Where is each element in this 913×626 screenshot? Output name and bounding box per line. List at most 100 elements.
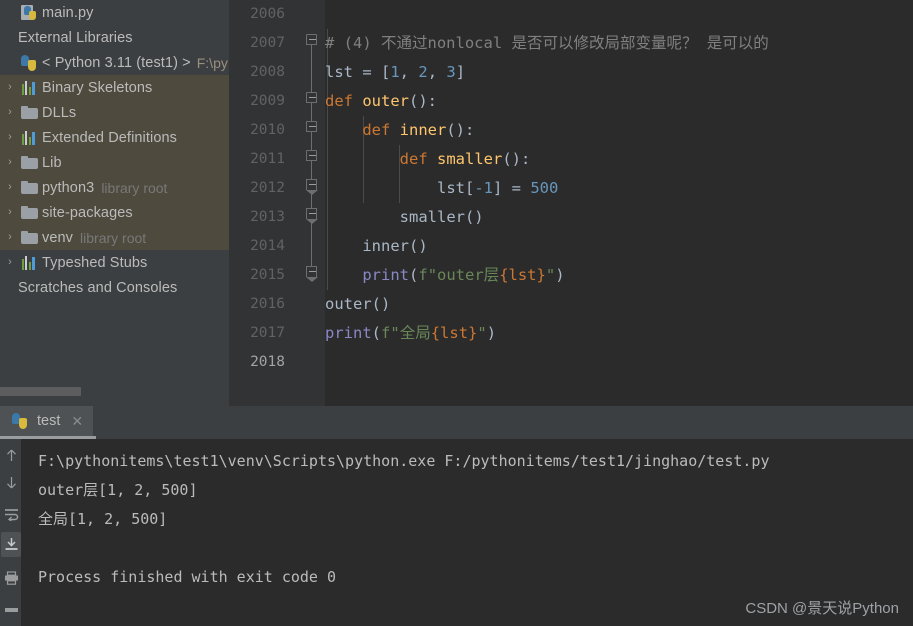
tree-item-label: main.py [42,4,94,21]
line-number: 2014 [250,238,285,254]
line-number: 2007 [250,35,285,51]
tree-item-dlls[interactable]: › DLLs [0,100,229,125]
tree-item-icon [17,54,41,71]
pycharm-window: main.py External Libraries < Python 3.11… [0,0,913,626]
tree-item-main-py[interactable]: main.py [0,0,229,25]
code-line[interactable]: lst[-1] = 500 [325,174,558,203]
chevron-right-icon[interactable]: › [0,82,17,93]
tree-item-label: Scratches and Consoles [18,279,178,296]
tree-item-label: Lib [42,154,62,171]
clear-all-icon[interactable] [1,595,21,620]
code-line[interactable]: print(f"全局{lst}") [325,319,496,348]
code-text-area[interactable]: # (4) 不通过nonlocal 是否可以修改局部变量呢？ 是可以的 lst =… [325,0,913,406]
line-number: 2008 [250,64,285,80]
top-row: main.py External Libraries < Python 3.11… [0,0,913,406]
folder-icon [20,231,38,244]
folder-icon [20,206,38,219]
chevron-right-icon[interactable]: › [0,107,17,118]
line-number: 2010 [250,122,285,138]
tree-item-label: venv [42,229,74,246]
scroll-to-end-icon[interactable] [1,532,21,557]
arrow-down-icon[interactable] [1,470,21,495]
chevron-right-icon[interactable]: › [0,207,17,218]
tree-item-icon [17,130,41,145]
tree-item-suffix: F:\py [196,54,228,71]
code-folding-gutter[interactable] [299,0,325,406]
tree-item-label: Binary Skeletons [42,79,153,96]
tree-item-venv[interactable]: › venv library root [0,225,229,250]
code-line[interactable]: inner() [325,232,427,261]
tree-arrow-spacer [0,32,17,43]
line-number: 2015 [250,267,285,283]
tree-item-icon [17,156,41,169]
project-tree-panel[interactable]: main.py External Libraries < Python 3.11… [0,0,229,406]
code-line[interactable]: outer() [325,290,390,319]
console-line: 全局[1, 2, 500] [38,510,168,528]
code-line[interactable]: def inner(): [325,116,474,145]
tree-item-label: python3 [42,179,95,196]
folder-icon [20,156,38,169]
tree-item-icon [17,206,41,219]
code-line[interactable]: def smaller(): [325,145,531,174]
code-line[interactable]: print(f"outer层{lst}") [325,261,564,290]
tree-item-binary-skeletons[interactable]: › Binary Skeletons [0,75,229,100]
chevron-right-icon[interactable]: › [0,232,17,243]
project-panel-horizontal-scrollbar[interactable] [0,387,229,396]
tree-item-lib[interactable]: › Lib [0,150,229,175]
code-editor[interactable]: 2006 2007 2008 2009 2010 2011 2012 2013 2014 2015… [229,0,913,406]
chevron-right-icon[interactable]: › [0,157,17,168]
tree-item-typeshed-stubs[interactable]: › Typeshed Stubs [0,250,229,275]
tree-item-label: site-packages [42,204,133,221]
tree-item-external-libraries[interactable]: External Libraries [0,25,229,50]
fold-marker[interactable] [306,92,317,103]
fold-marker[interactable] [306,266,318,282]
python-icon [21,54,37,71]
code-line[interactable]: lst = [1, 2, 3] [325,58,465,87]
line-number: 2009 [250,93,285,109]
run-tab-test[interactable]: test ✕ [0,406,94,436]
line-number: 2013 [250,209,285,225]
fold-marker[interactable] [306,208,318,224]
console-line: F:\pythonitems\test1\venv\Scripts\python… [38,452,770,470]
code-line[interactable]: smaller() [325,203,484,232]
line-number: 2018 [250,354,285,370]
fold-marker[interactable] [306,150,317,161]
line-number: 2016 [250,296,285,312]
fold-marker[interactable] [306,179,318,195]
soft-wrap-icon[interactable] [1,501,21,526]
console-line: Process finished with exit code 0 [38,568,337,586]
tree-item-python-3-11-test1[interactable]: < Python 3.11 (test1) > F:\py [0,50,229,75]
tree-item-icon [17,80,41,95]
line-number-gutter[interactable]: 2006 2007 2008 2009 2010 2011 2012 2013 2014 2015… [229,0,299,406]
code-line[interactable]: def outer(): [325,87,437,116]
chevron-right-icon[interactable]: › [0,257,17,268]
scrollbar-thumb[interactable] [0,387,81,396]
tree-item-scratches-and-consoles[interactable]: Scratches and Consoles [0,275,229,300]
tree-item-icon [17,255,41,270]
print-icon[interactable] [1,565,21,590]
bars-icon [21,255,38,270]
arrow-up-icon[interactable] [1,443,21,468]
folder-icon [20,106,38,119]
close-icon[interactable]: ✕ [60,414,83,428]
run-tab-bar: test ✕ [0,406,913,439]
tree-item-label: DLLs [42,104,77,121]
tree-item-extended-definitions[interactable]: › Extended Definitions [0,125,229,150]
tree-item-label: Typeshed Stubs [42,254,148,271]
line-number: 2011 [250,151,285,167]
tree-arrow-spacer [0,282,17,293]
chevron-right-icon[interactable]: › [0,132,17,143]
console-toolbar [0,439,21,626]
code-line[interactable]: # (4) 不通过nonlocal 是否可以修改局部变量呢？ 是可以的 [325,29,769,58]
console-line: outer层[1, 2, 500] [38,481,198,499]
tree-item-icon [17,106,41,119]
fold-marker[interactable] [306,34,317,45]
python-icon [12,413,28,429]
chevron-right-icon[interactable]: › [0,182,17,193]
project-tree-list: main.py External Libraries < Python 3.11… [0,0,229,300]
line-number: 2006 [250,6,285,22]
tree-item-site-packages[interactable]: › site-packages [0,200,229,225]
tree-item-python3[interactable]: › python3 library root [0,175,229,200]
fold-marker[interactable] [306,121,317,132]
